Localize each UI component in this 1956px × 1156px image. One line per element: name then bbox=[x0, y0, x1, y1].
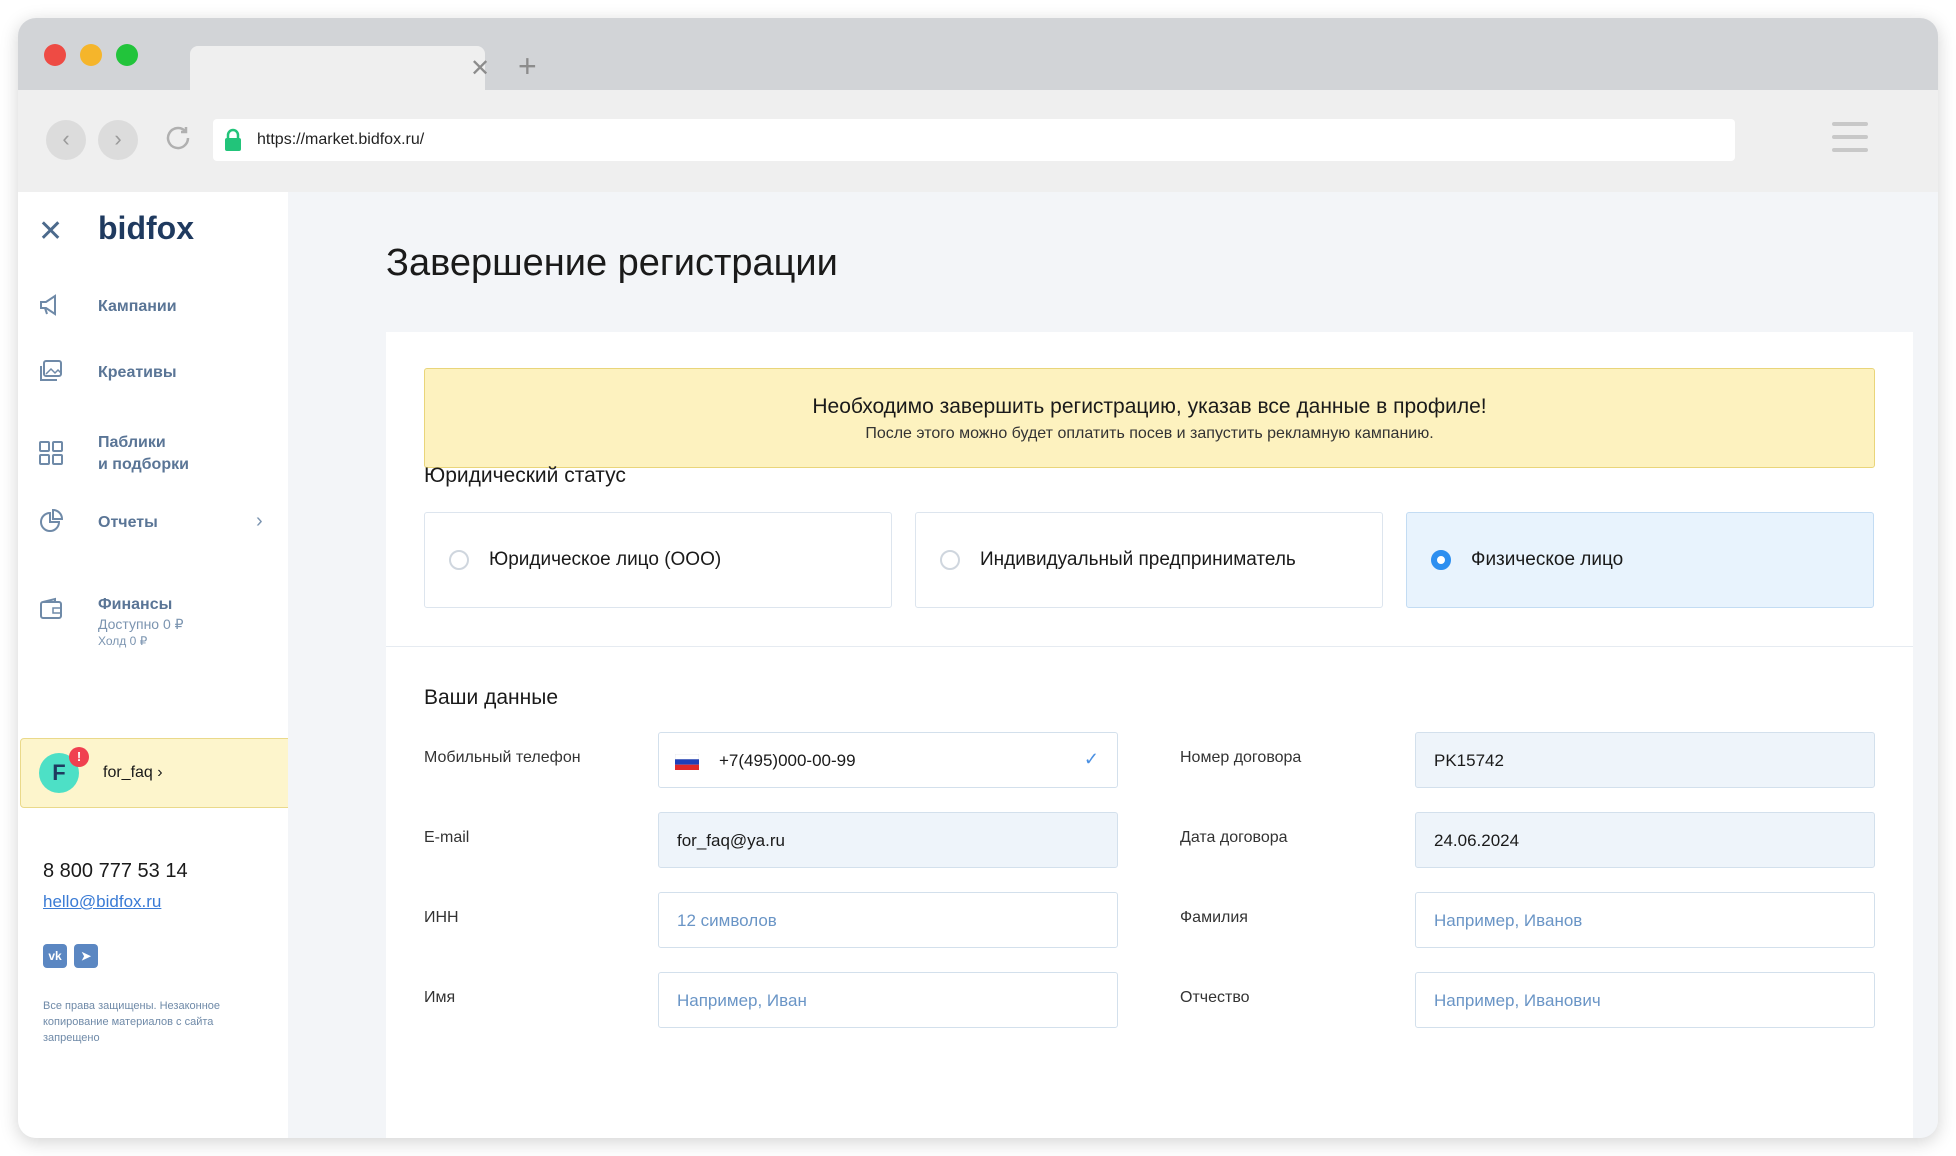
inn-label: ИНН bbox=[424, 909, 459, 926]
username: for_faq › bbox=[103, 764, 163, 781]
user-card[interactable]: F ! for_faq › bbox=[20, 738, 308, 808]
tab-close-icon[interactable]: ✕ bbox=[470, 54, 490, 83]
back-icon[interactable]: ‹ bbox=[46, 120, 86, 160]
page-title: Завершение регистрации bbox=[386, 242, 838, 284]
inn-input[interactable]: 12 символов bbox=[658, 892, 1118, 948]
inn-placeholder: 12 символов bbox=[677, 911, 777, 930]
radio-circle[interactable] bbox=[1431, 550, 1451, 570]
wallet-icon bbox=[40, 597, 62, 619]
legal-status-title: Юридический статус bbox=[424, 464, 626, 487]
contract-date-value: 24.06.2024 bbox=[1434, 831, 1520, 850]
warning-alert: Необходимо завершить регистрацию, указав… bbox=[424, 368, 1875, 468]
alert-title: Необходимо завершить регистрацию, указав… bbox=[812, 395, 1487, 418]
email-input[interactable]: for_faq@ya.ru bbox=[658, 812, 1118, 868]
sidebar-item-label-line1: Паблики bbox=[98, 434, 166, 451]
sidebar-item-label: Отчеты bbox=[98, 514, 158, 531]
email-label: E-mail bbox=[424, 829, 470, 846]
surname-placeholder: Например, Иванов bbox=[1434, 911, 1583, 930]
finance-available: Доступно 0 ₽ bbox=[98, 616, 184, 632]
sidebar-item-label: Финансы Доступно 0 ₽ Холд 0 ₽ bbox=[98, 594, 184, 650]
radio-legal-entity[interactable]: Юридическое лицо (ООО) bbox=[424, 512, 892, 608]
contract-number-input[interactable]: PK15742 bbox=[1415, 732, 1875, 788]
radio-circle[interactable] bbox=[449, 550, 469, 570]
browser-window: ✕ + ‹ › https://market.bidfox.ru/ ✕ bidf… bbox=[18, 18, 1938, 1138]
radio-individual-entrepreneur[interactable]: Индивидуальный предприниматель bbox=[915, 512, 1383, 608]
registration-card: Необходимо завершить регистрацию, указав… bbox=[386, 332, 1913, 1138]
phone-value: +7(495)000-00-99 bbox=[719, 751, 856, 770]
sidebar-item-label: Креативы bbox=[98, 364, 177, 381]
chevron-right-icon[interactable]: › bbox=[256, 510, 263, 533]
name-input[interactable]: Например, Иван bbox=[658, 972, 1118, 1028]
name-label: Имя bbox=[424, 989, 456, 1006]
sidebar-item-label: Кампании bbox=[98, 298, 177, 315]
patronymic-placeholder: Например, Иванович bbox=[1434, 991, 1601, 1010]
surname-input[interactable]: Например, Иванов bbox=[1415, 892, 1875, 948]
close-sidebar-icon[interactable]: ✕ bbox=[38, 214, 63, 249]
url-text: https://market.bidfox.ru/ bbox=[257, 131, 425, 148]
surname-label: Фамилия bbox=[1180, 909, 1248, 926]
alert-subtitle: После этого можно будет оплатить посев и… bbox=[865, 425, 1434, 442]
sidebar-item-label-line2: и подборки bbox=[98, 456, 189, 473]
pie-chart-icon bbox=[40, 508, 64, 532]
notification-badge: ! bbox=[69, 747, 89, 767]
sidebar-item-label: Паблики и подборки bbox=[98, 432, 189, 476]
main-content: Завершение регистрации Необходимо заверш… bbox=[288, 192, 1938, 1138]
vk-icon[interactable]: vk bbox=[43, 944, 67, 968]
finance-label: Финансы bbox=[98, 596, 173, 613]
logo[interactable]: bidfox bbox=[98, 210, 194, 247]
forward-icon[interactable]: › bbox=[98, 120, 138, 160]
lock-icon bbox=[225, 128, 241, 151]
radio-label: Юридическое лицо (ООО) bbox=[489, 549, 722, 570]
contract-date-input[interactable]: 24.06.2024 bbox=[1415, 812, 1875, 868]
address-bar[interactable]: https://market.bidfox.ru/ bbox=[213, 119, 1735, 161]
patronymic-label: Отчество bbox=[1180, 989, 1250, 1006]
new-tab-icon[interactable]: + bbox=[518, 48, 537, 85]
radio-individual[interactable]: Физическое лицо bbox=[1406, 512, 1874, 608]
check-icon: ✓ bbox=[1083, 749, 1099, 769]
patronymic-input[interactable]: Например, Иванович bbox=[1415, 972, 1875, 1028]
russia-flag-icon bbox=[675, 754, 699, 770]
divider bbox=[386, 646, 1913, 647]
reload-icon[interactable] bbox=[158, 118, 198, 158]
images-icon bbox=[40, 360, 62, 381]
radio-circle[interactable] bbox=[940, 550, 960, 570]
contract-date-label: Дата договора bbox=[1180, 829, 1288, 846]
support-email-link[interactable]: hello@bidfox.ru bbox=[43, 892, 161, 912]
phone-label: Мобильный телефон bbox=[424, 749, 581, 766]
contract-number-label: Номер договора bbox=[1180, 749, 1302, 766]
radio-label: Индивидуальный предприниматель bbox=[980, 549, 1296, 570]
phone-input[interactable]: +7(495)000-00-99 ✓ bbox=[658, 732, 1118, 788]
close-window-button[interactable] bbox=[44, 44, 66, 66]
contract-number-value: PK15742 bbox=[1434, 751, 1504, 770]
your-data-title: Ваши данные bbox=[424, 686, 558, 709]
title-bar: ✕ + bbox=[18, 18, 1938, 90]
browser-menu-icon[interactable] bbox=[1832, 122, 1868, 158]
copyright-text: Все права защищены. Незаконное копирован… bbox=[43, 1000, 221, 1044]
name-placeholder: Например, Иван bbox=[677, 991, 807, 1010]
grid-icon bbox=[39, 441, 63, 465]
support-phone[interactable]: 8 800 777 53 14 bbox=[43, 860, 188, 883]
finance-hold: Холд 0 ₽ bbox=[98, 634, 148, 648]
telegram-icon[interactable]: ➤ bbox=[74, 944, 98, 968]
email-value: for_faq@ya.ru bbox=[677, 831, 785, 850]
megaphone-icon bbox=[40, 294, 56, 316]
maximize-window-button[interactable] bbox=[116, 44, 138, 66]
minimize-window-button[interactable] bbox=[80, 44, 102, 66]
sidebar: ✕ bidfox Кампании Креативы Паблики и под… bbox=[18, 192, 308, 1138]
radio-label: Физическое лицо bbox=[1471, 549, 1624, 570]
browser-tab[interactable] bbox=[190, 46, 485, 90]
